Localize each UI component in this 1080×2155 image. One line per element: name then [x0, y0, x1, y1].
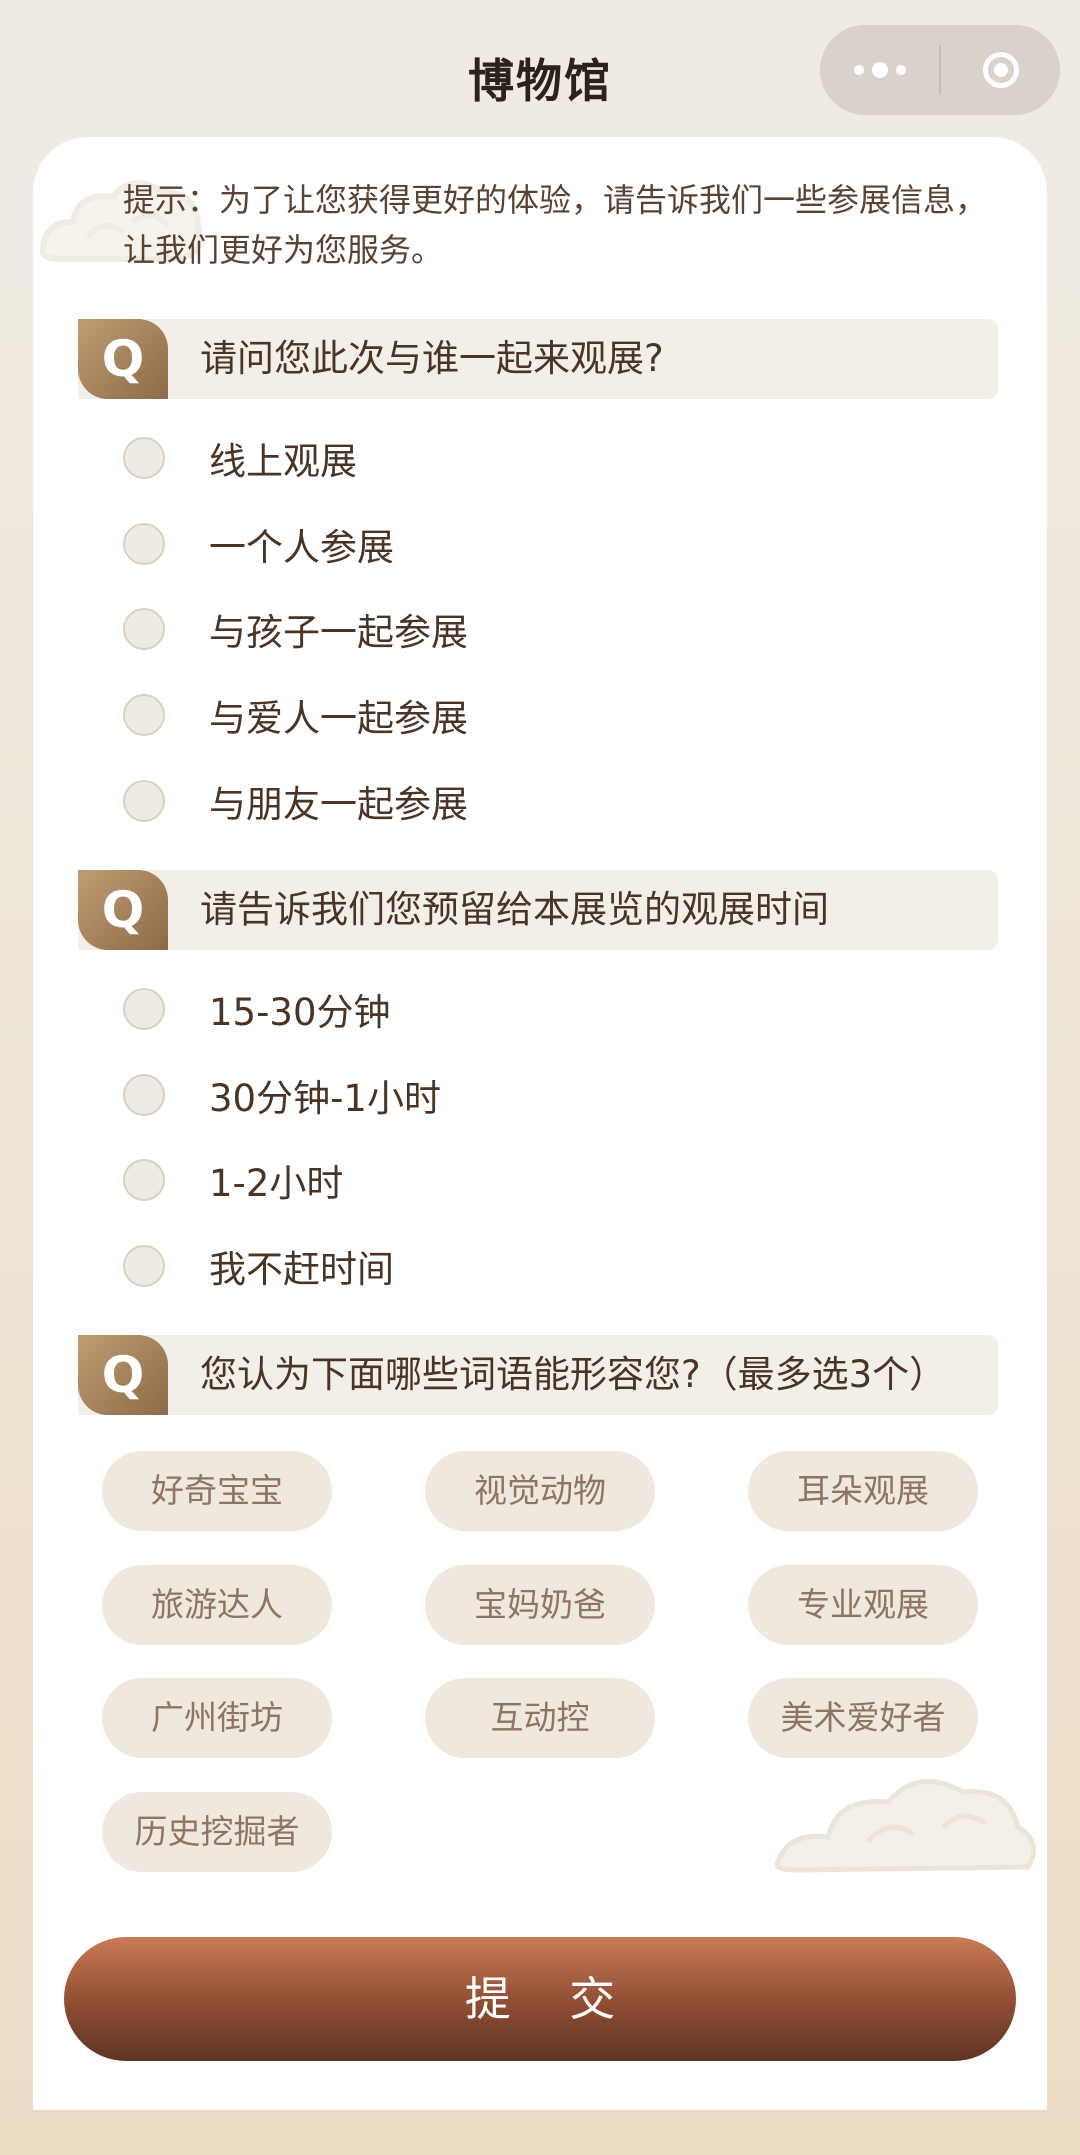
radio-button[interactable] — [123, 694, 165, 736]
cloud-decoration-icon — [774, 1779, 1037, 1873]
close-button[interactable] — [941, 25, 1060, 115]
radio-button[interactable] — [123, 780, 165, 822]
question-2-header: Q 请告诉我们您预留给本展览的观展时间 — [78, 870, 998, 950]
question-1-header: Q 请问您此次与谁一起来观展? — [78, 319, 998, 399]
option-q1-with-child[interactable]: 与孩子一起参展 — [123, 599, 923, 659]
q-badge: Q — [78, 1335, 168, 1415]
radio-button[interactable] — [123, 1245, 165, 1287]
option-q1-online[interactable]: 线上观展 — [123, 428, 923, 488]
more-button[interactable] — [820, 25, 939, 115]
radio-button[interactable] — [123, 523, 165, 565]
option-q2-30min-1h[interactable]: 30分钟-1小时 — [123, 1065, 923, 1125]
tag-option[interactable]: 视觉动物 — [425, 1451, 655, 1531]
radio-button[interactable] — [123, 988, 165, 1030]
tag-option[interactable]: 美术爱好者 — [748, 1678, 978, 1758]
tag-option[interactable]: 好奇宝宝 — [102, 1451, 332, 1531]
question-2-text: 请告诉我们您预留给本展览的观展时间 — [200, 888, 829, 931]
radio-button[interactable] — [123, 437, 165, 479]
target-circle-icon — [982, 52, 1019, 88]
question-3-text: 您认为下面哪些词语能形容您?（最多选3个） — [200, 1353, 947, 1396]
tag-option[interactable]: 宝妈奶爸 — [425, 1565, 655, 1645]
tip-text: 提示：为了让您获得更好的体验，请告诉我们一些参展信息，让我们更好为您服务。 — [123, 181, 988, 269]
option-q1-alone[interactable]: 一个人参展 — [123, 514, 923, 574]
option-label: 与孩子一起参展 — [209, 611, 468, 654]
option-label: 线上观展 — [209, 440, 357, 483]
question-3-header: Q 您认为下面哪些词语能形容您?（最多选3个） — [78, 1335, 998, 1415]
tag-option[interactable]: 互动控 — [425, 1678, 655, 1758]
radio-button[interactable] — [123, 1159, 165, 1201]
option-label: 1-2小时 — [209, 1162, 344, 1205]
radio-button[interactable] — [123, 1074, 165, 1116]
tag-option[interactable]: 历史挖掘者 — [102, 1792, 332, 1872]
option-label: 15-30分钟 — [209, 991, 391, 1034]
radio-button[interactable] — [123, 608, 165, 650]
nav-bar: 博物馆 — [0, 0, 1080, 150]
option-label: 一个人参展 — [209, 526, 394, 569]
tag-option[interactable]: 耳朵观展 — [748, 1451, 978, 1531]
tag-option[interactable]: 旅游达人 — [102, 1565, 332, 1645]
submit-button[interactable]: 提 交 — [64, 1937, 1016, 2061]
option-q1-with-partner[interactable]: 与爱人一起参展 — [123, 685, 923, 745]
mini-program-capsule — [820, 25, 1060, 115]
survey-card: 提示：为了让您获得更好的体验，请告诉我们一些参展信息，让我们更好为您服务。 Q … — [33, 137, 1047, 2110]
more-dots-icon — [853, 62, 906, 78]
tag-option[interactable]: 广州街坊 — [102, 1678, 332, 1758]
option-q2-1-2h[interactable]: 1-2小时 — [123, 1150, 923, 1210]
question-1-text: 请问您此次与谁一起来观展? — [200, 337, 664, 380]
option-label: 我不赶时间 — [209, 1248, 394, 1291]
option-label: 30分钟-1小时 — [209, 1077, 441, 1120]
q-badge: Q — [78, 870, 168, 950]
option-label: 与朋友一起参展 — [209, 783, 468, 826]
option-label: 与爱人一起参展 — [209, 697, 468, 740]
q-badge: Q — [78, 319, 168, 399]
option-q2-15-30min[interactable]: 15-30分钟 — [123, 979, 923, 1039]
option-q2-no-rush[interactable]: 我不赶时间 — [123, 1236, 923, 1296]
tag-option[interactable]: 专业观展 — [748, 1565, 978, 1645]
option-q1-with-friends[interactable]: 与朋友一起参展 — [123, 771, 923, 831]
